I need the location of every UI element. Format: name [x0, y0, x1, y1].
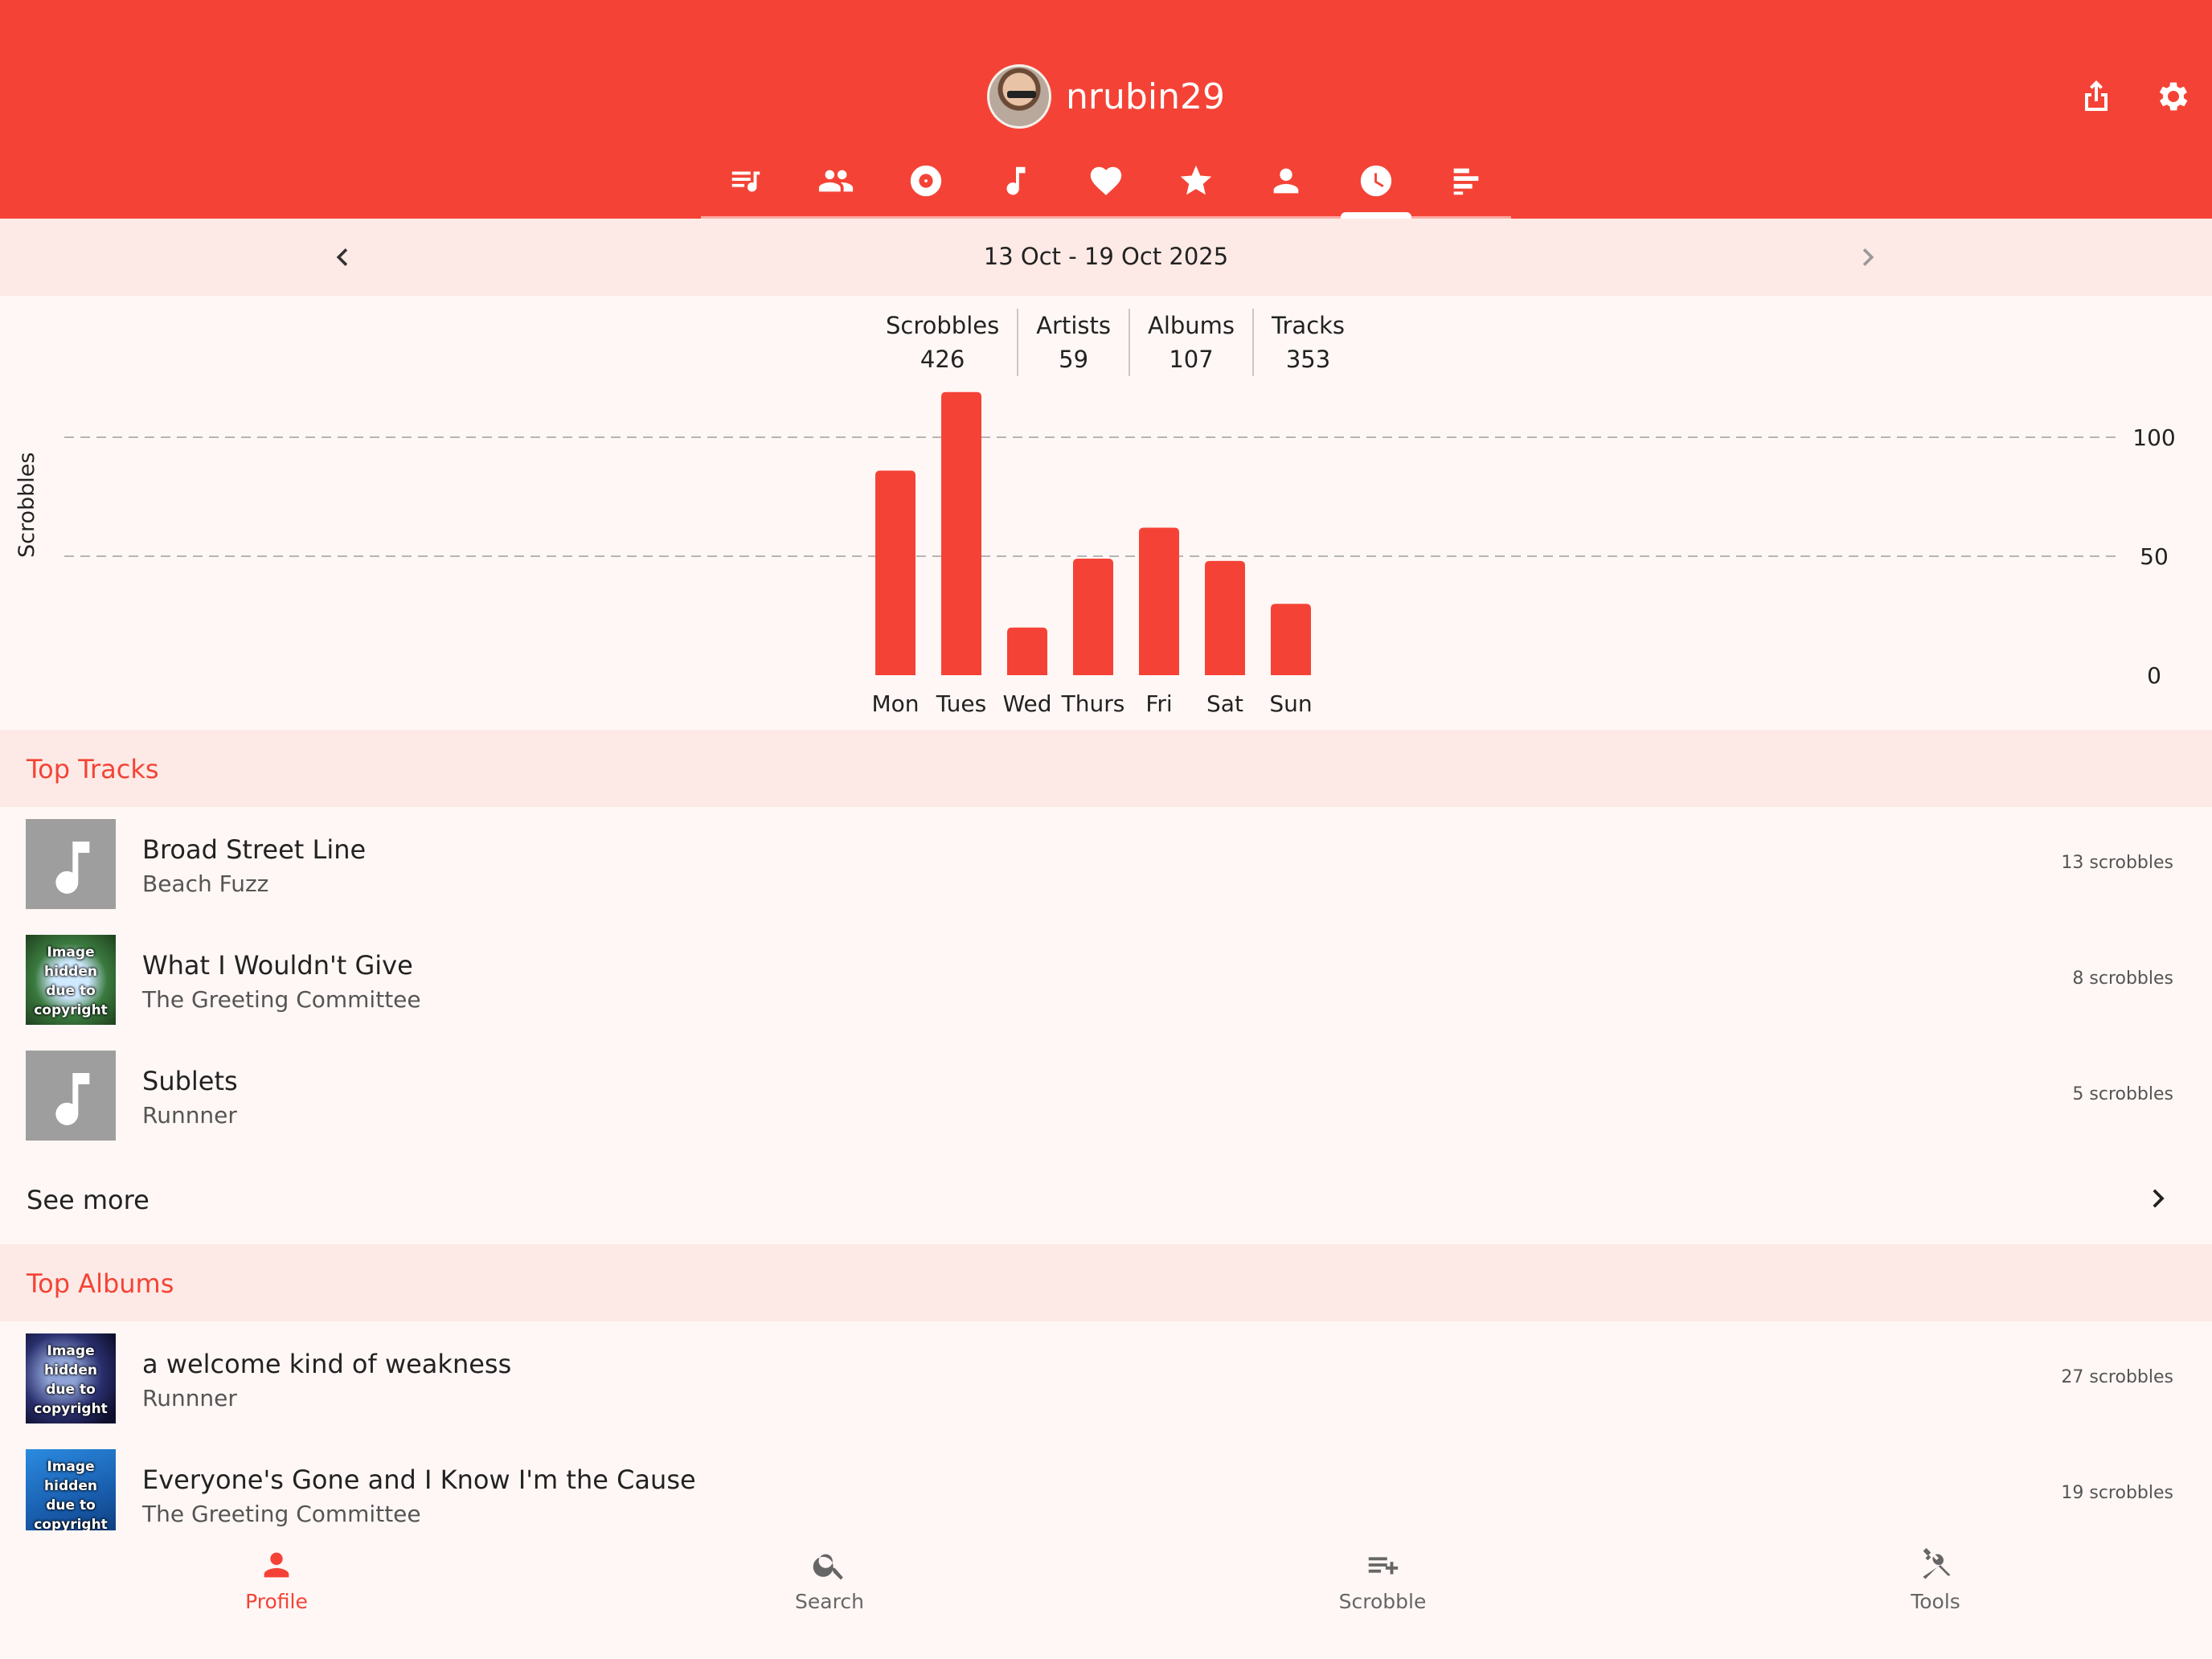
tab-tracks[interactable]	[971, 154, 1061, 219]
track-title: Broad Street Line	[142, 834, 367, 865]
music-note-icon	[55, 842, 90, 894]
track-scrobble-count: 8 scrobbles	[2072, 969, 2173, 989]
album-artist: Runnner	[142, 1385, 237, 1411]
nav-search[interactable]: Search	[553, 1530, 1106, 1659]
heart-icon	[1090, 166, 1122, 195]
stat-albums: Albums 107	[1129, 309, 1252, 376]
album-title: Everyone's Gone and I Know I'm the Cause	[142, 1464, 696, 1495]
chart-bar	[1139, 527, 1179, 675]
x-tick-label: Wed	[1002, 690, 1051, 717]
username: nrubin29	[1066, 76, 1225, 117]
album-thumbnail: Image hidden due to copyright	[26, 1333, 116, 1423]
x-tick-label: Fri	[1145, 690, 1172, 717]
track-title: Sublets	[142, 1066, 238, 1096]
tab-friends[interactable]	[791, 154, 881, 219]
person-icon	[264, 1552, 289, 1578]
stat-artists: Artists 59	[1017, 309, 1129, 376]
friends-icon	[818, 170, 854, 192]
top-albums-header: Top Albums	[0, 1244, 2212, 1321]
chart-bar	[1271, 604, 1311, 675]
tab-favorites[interactable]	[1151, 154, 1241, 219]
track-artist: Runnner	[142, 1102, 237, 1129]
x-tick-label: Sat	[1206, 690, 1243, 717]
track-artist: Beach Fuzz	[142, 870, 269, 897]
tab-albums[interactable]	[881, 154, 971, 219]
period-stats: Scrobbles 426 Artists 59 Albums 107 Tracks 3…	[868, 309, 1362, 376]
tab-charts[interactable]	[1421, 154, 1511, 219]
app-header: nrubin29	[0, 0, 2212, 219]
daily-scrobbles-chart: 0 50 100 Mon Tues Wed Thurs Fri Sat Sun	[64, 391, 2176, 717]
music-note-icon	[1006, 166, 1026, 195]
tools-icon	[1923, 1547, 1951, 1579]
stat-scrobbles: Scrobbles 426	[886, 312, 1000, 373]
album-scrobble-count: 27 scrobbles	[2061, 1367, 2173, 1387]
chevron-right-icon[interactable]	[1850, 240, 1886, 275]
track-row[interactable]: Broad Street Line Beach Fuzz 13 scrobble…	[0, 806, 2212, 922]
track-thumbnail	[26, 819, 116, 909]
album-scrobble-count: 19 scrobbles	[2061, 1483, 2173, 1503]
x-tick-label: Thurs	[1061, 690, 1125, 717]
stat-tracks: Tracks 353	[1252, 309, 1362, 376]
nav-scrobble[interactable]: Scrobble	[1106, 1530, 1659, 1659]
profile-tabs	[701, 154, 1511, 219]
x-tick-label: Sun	[1269, 690, 1312, 717]
profile-identity: nrubin29	[0, 64, 2212, 129]
chart-bar	[875, 470, 916, 675]
tab-scrobbles[interactable]	[701, 154, 791, 219]
chart-bar	[1007, 627, 1047, 675]
period-bar: 13 Oct - 19 Oct 2025	[0, 219, 2212, 296]
star-icon	[1180, 165, 1212, 195]
track-artist: The Greeting Committee	[142, 986, 421, 1013]
avatar[interactable]	[987, 64, 1052, 129]
track-thumbnail	[26, 1051, 116, 1141]
track-row[interactable]: Image hidden due to copyright What I Wouldn…	[0, 922, 2212, 1038]
chevron-right-icon	[2153, 1189, 2165, 1208]
settings-icon[interactable]	[2154, 77, 2193, 116]
album-row[interactable]: Image hidden due to copyright Everyone's Go…	[0, 1436, 2212, 1530]
bar-chart-icon	[1453, 168, 1479, 195]
tab-artists[interactable]	[1241, 154, 1331, 219]
see-more-tracks[interactable]: See more	[0, 1159, 2212, 1239]
nav-profile[interactable]: Profile	[0, 1530, 553, 1659]
track-title: What I Wouldn't Give	[142, 950, 413, 981]
y-tick-label: 50	[2140, 543, 2169, 570]
person-icon	[1273, 168, 1299, 194]
album-thumbnail: Image hidden due to copyright	[26, 1449, 116, 1530]
track-scrobble-count: 5 scrobbles	[2072, 1084, 2173, 1104]
playlist-add-icon	[1368, 1557, 1399, 1575]
share-icon[interactable]	[2077, 77, 2116, 116]
x-tick-label: Mon	[871, 690, 919, 717]
album-title: a welcome kind of weakness	[142, 1349, 512, 1379]
chart-bar	[941, 391, 981, 675]
tab-history[interactable]	[1331, 154, 1421, 219]
clock-icon	[1360, 165, 1392, 197]
chart-bar	[1073, 558, 1113, 675]
x-tick-label: Tues	[936, 690, 986, 717]
top-tracks-header: Top Tracks	[0, 730, 2212, 807]
search-icon	[813, 1554, 843, 1580]
bottom-navigation: Profile Search Scrobble Tools	[0, 1530, 2212, 1659]
album-artist: The Greeting Committee	[142, 1501, 421, 1527]
album-icon	[910, 165, 942, 197]
tab-loved[interactable]	[1061, 154, 1151, 219]
music-note-icon	[55, 1073, 90, 1125]
track-row[interactable]: Sublets Runnner 5 scrobbles	[0, 1038, 2212, 1153]
album-row[interactable]: Image hidden due to copyright a welcome kin…	[0, 1321, 2212, 1436]
playlist-icon	[731, 171, 760, 192]
track-scrobble-count: 13 scrobbles	[2061, 853, 2173, 873]
y-tick-label: 0	[2147, 662, 2161, 689]
chart-bar	[1205, 560, 1245, 675]
y-tick-label: 100	[2132, 424, 2175, 451]
nav-tools[interactable]: Tools	[1659, 1530, 2212, 1659]
track-thumbnail: Image hidden due to copyright	[26, 935, 116, 1025]
